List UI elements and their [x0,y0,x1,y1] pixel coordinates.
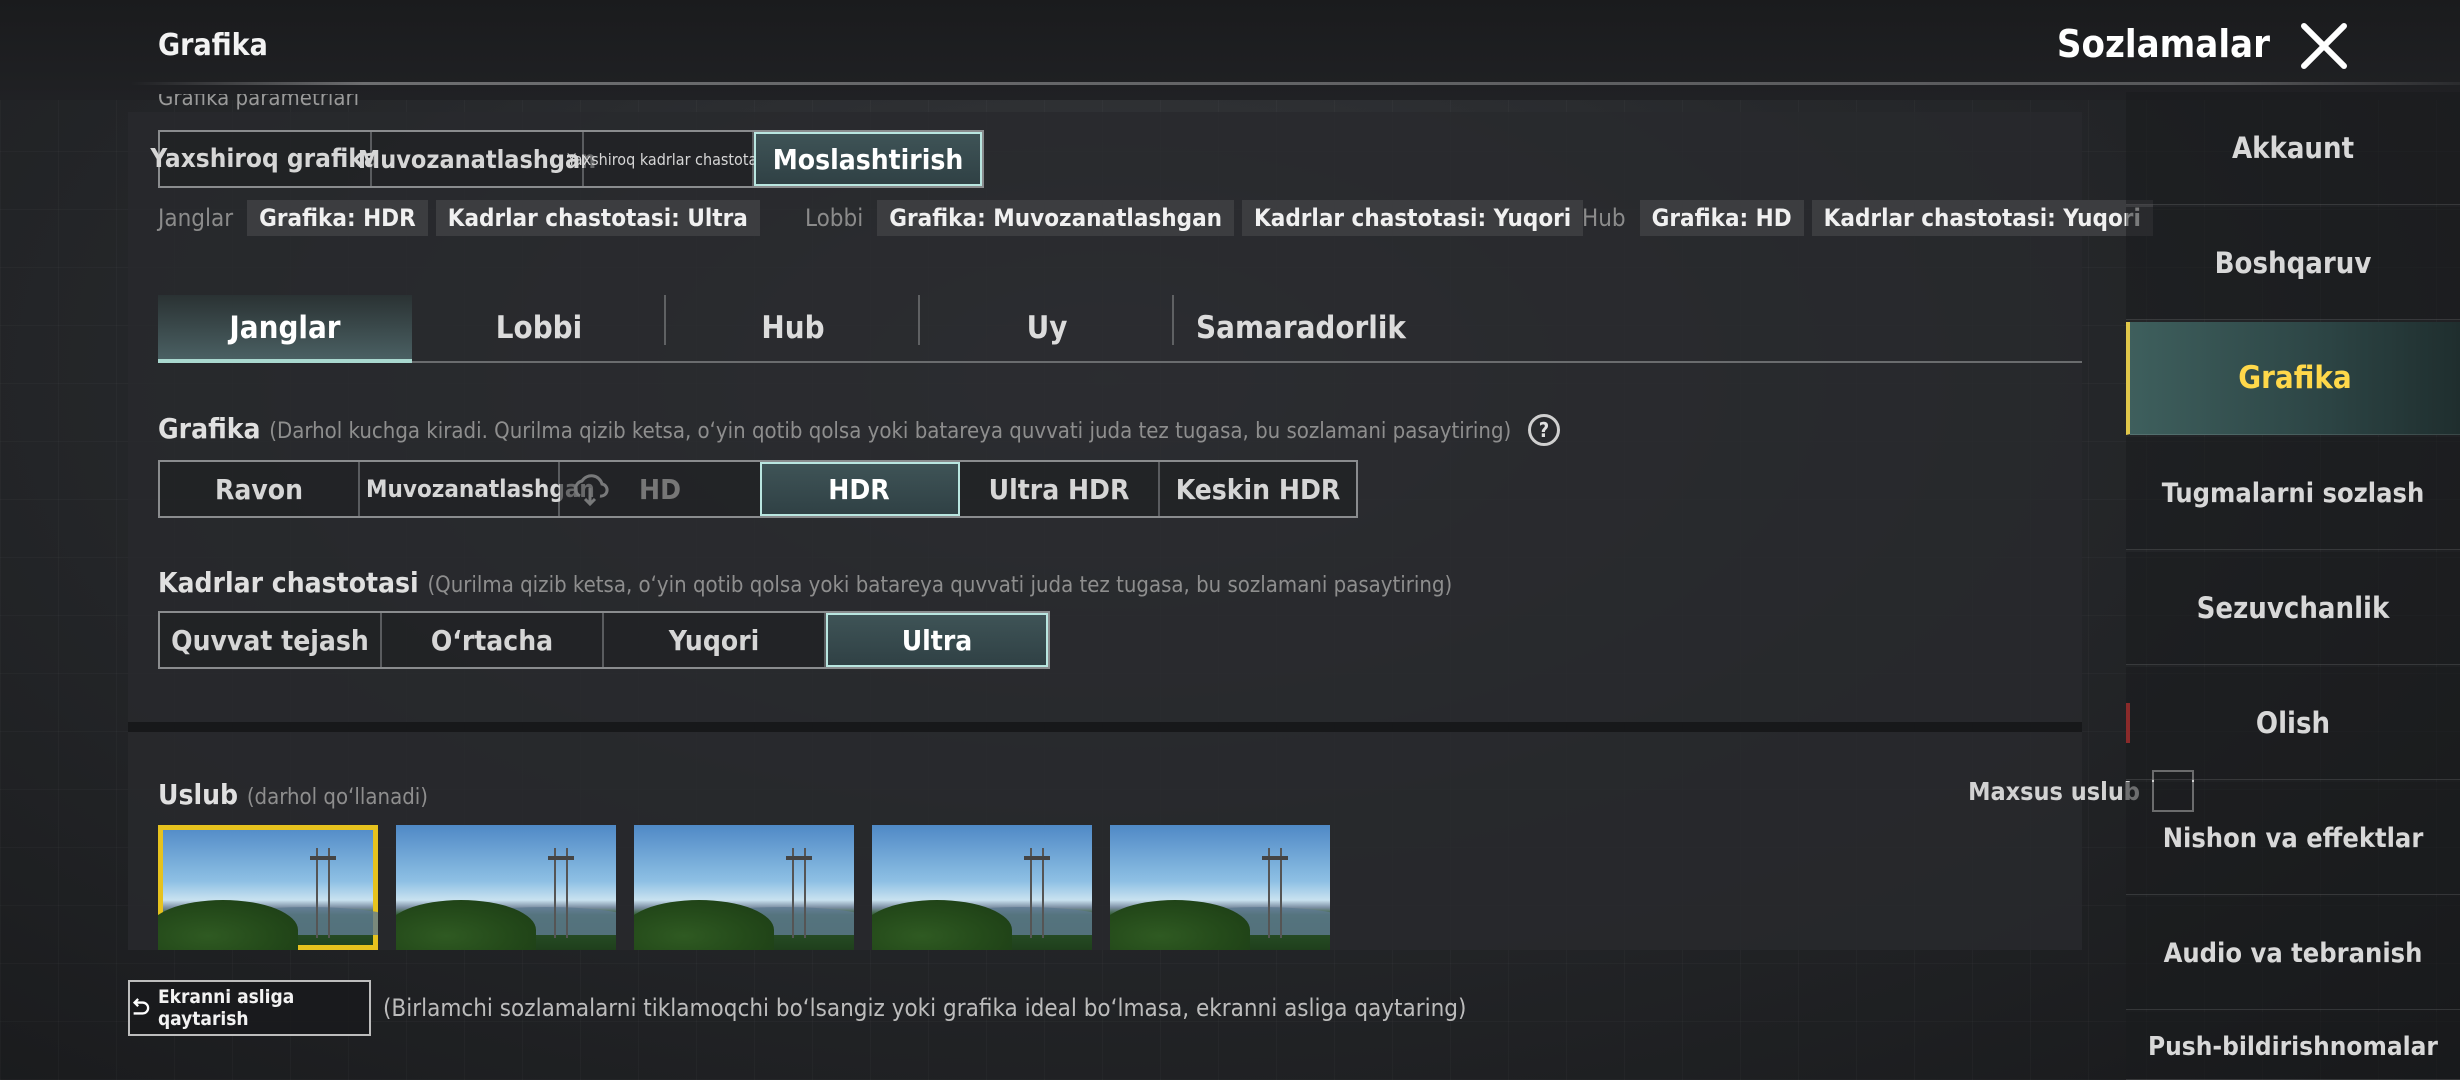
sidebar-item-push-notifications[interactable]: Push-bildirishnomalar [2126,1012,2460,1080]
style-note: (darhol qo‘llanadi) [246,785,428,810]
sidebar-item-button-layout[interactable]: Tugmalarni sozlash [2126,437,2460,550]
style-thumbnail[interactable] [634,825,854,950]
preset-info-label: Hub [1582,204,1626,232]
graphics-option-balanced[interactable]: Muvozanatlashgan [360,462,609,516]
framerate-label: Kadrlar chastotasi (Qurilma qizib ketsa,… [158,566,1452,599]
preset-option-balanced[interactable]: Muvozanatlashgan [358,132,596,186]
graphics-option-smooth[interactable]: Ravon [160,462,360,516]
graphics-quality-selector: Ravon Muvozanatlashgan HD HDR Ultra HDR … [158,460,1358,518]
preset-option-better-graphics[interactable]: Yaxshiroq grafika [150,132,380,186]
tab-home[interactable]: Uy [920,295,1174,361]
preset-info-tag: Kadrlar chastotasi: Yuqori [1811,200,2153,236]
sidebar-item-pickup[interactable]: Olish [2126,667,2460,780]
preset-selector: Yaxshiroq grafika Muvozanatlashgan Yaxsh… [150,130,984,188]
graphics-label-text: Grafika [158,412,261,445]
section-divider [128,722,2082,732]
preset-info-hub: Hub Grafika: HD Kadrlar chastotasi: Yuqo… [1582,200,2153,236]
sidebar-item-sensitivity[interactable]: Sezuvchanlik [2126,552,2460,665]
preset-info-battles: Janglar Grafika: HDR Kadrlar chastotasi:… [158,200,760,236]
style-thumbnail[interactable] [158,825,378,950]
framerate-option-medium[interactable]: O‘rtacha [382,613,604,667]
graphics-note: (Darhol kuchga kiradi. Qurilma qizib ket… [269,419,1512,444]
preset-info-label: Janglar [158,204,234,232]
graphics-label: Grafika (Darhol kuchga kiradi. Qurilma q… [158,412,1561,446]
sidebar-item-scope-effects[interactable]: Nishon va effektlar [2126,782,2460,895]
framerate-selector: Quvvat tejash O‘rtacha Yuqori Ultra [158,611,1050,669]
preset-section-label: Grafika parametrlari [158,94,360,111]
graphics-option-ultra-hdr[interactable]: Ultra HDR [960,462,1160,516]
preset-option-better-framerate[interactable]: Yaxshiroq kadrlar chastotasi [567,132,769,186]
framerate-option-ultra[interactable]: Ultra [826,613,1048,667]
sidebar-item-graphics[interactable]: Grafika [2126,322,2460,435]
page-title: Grafika [158,28,268,63]
style-thumbnails [158,825,1330,950]
reset-screen-button-label: Ekranni asliga qaytarish [157,986,295,1030]
preset-option-customize[interactable]: Moslashtirish [754,132,982,186]
preset-info-tag: Grafika: HD [1639,200,1804,236]
preset-info-tag: Kadrlar chastotasi: Ultra [435,200,760,236]
preset-info-tag: Kadrlar chastotasi: Yuqori [1242,200,1584,236]
sidebar-item-controls[interactable]: Boshqaruv [2126,207,2460,320]
reset-screen-button[interactable]: Ekranni asliga qaytarish [128,980,371,1036]
framerate-option-high[interactable]: Yuqori [604,613,826,667]
help-icon[interactable]: ? [1528,414,1561,446]
reset-note: (Birlamchi sozlamalarni tiklamoqchi bo‘l… [383,994,1467,1022]
settings-sidebar: Akkaunt Boshqaruv Grafika Tugmalarni soz… [2126,92,2460,1080]
style-thumbnail[interactable] [1110,825,1330,950]
framerate-label-text: Kadrlar chastotasi [158,566,419,599]
mode-tabs: Janglar Lobbi Hub Uy Samaradorlik [158,295,2082,363]
graphics-option-sharp-hdr[interactable]: Keskin HDR [1160,462,1356,516]
tab-performance[interactable]: Samaradorlik [1174,295,1428,361]
settings-title: Sozlamalar [2056,22,2270,66]
style-thumbnail[interactable] [872,825,1092,950]
close-icon [2301,23,2347,69]
style-label: Uslub (darhol qo‘llanadi) [158,778,428,811]
tab-hub[interactable]: Hub [666,295,920,361]
style-label-text: Uslub [158,778,239,811]
preset-info-tag: Grafika: HDR [247,200,428,236]
undo-icon [132,998,150,1015]
preset-info-lobby: Lobbi Grafika: Muvozanatlashgan Kadrlar … [805,200,1584,236]
preset-info-tag: Grafika: Muvozanatlashgan [877,200,1235,236]
sidebar-item-account[interactable]: Akkaunt [2126,92,2460,205]
graphics-option-hdr[interactable]: HDR [760,462,960,516]
top-bar-line [130,82,2460,85]
tab-battles[interactable]: Janglar [158,295,412,363]
sidebar-item-audio-vibration[interactable]: Audio va tebranish [2126,897,2460,1010]
close-button[interactable] [2298,20,2350,72]
graphics-option-hd[interactable]: HD [560,462,760,516]
style-thumbnail[interactable] [396,825,616,950]
custom-style-label: Maxsus uslub [1968,776,2140,806]
framerate-option-power-saving[interactable]: Quvvat tejash [160,613,382,667]
preset-info-label: Lobbi [805,204,864,232]
framerate-note: (Qurilma qizib ketsa, o‘yin qotib qolsa … [427,573,1453,598]
tab-lobby[interactable]: Lobbi [412,295,666,361]
